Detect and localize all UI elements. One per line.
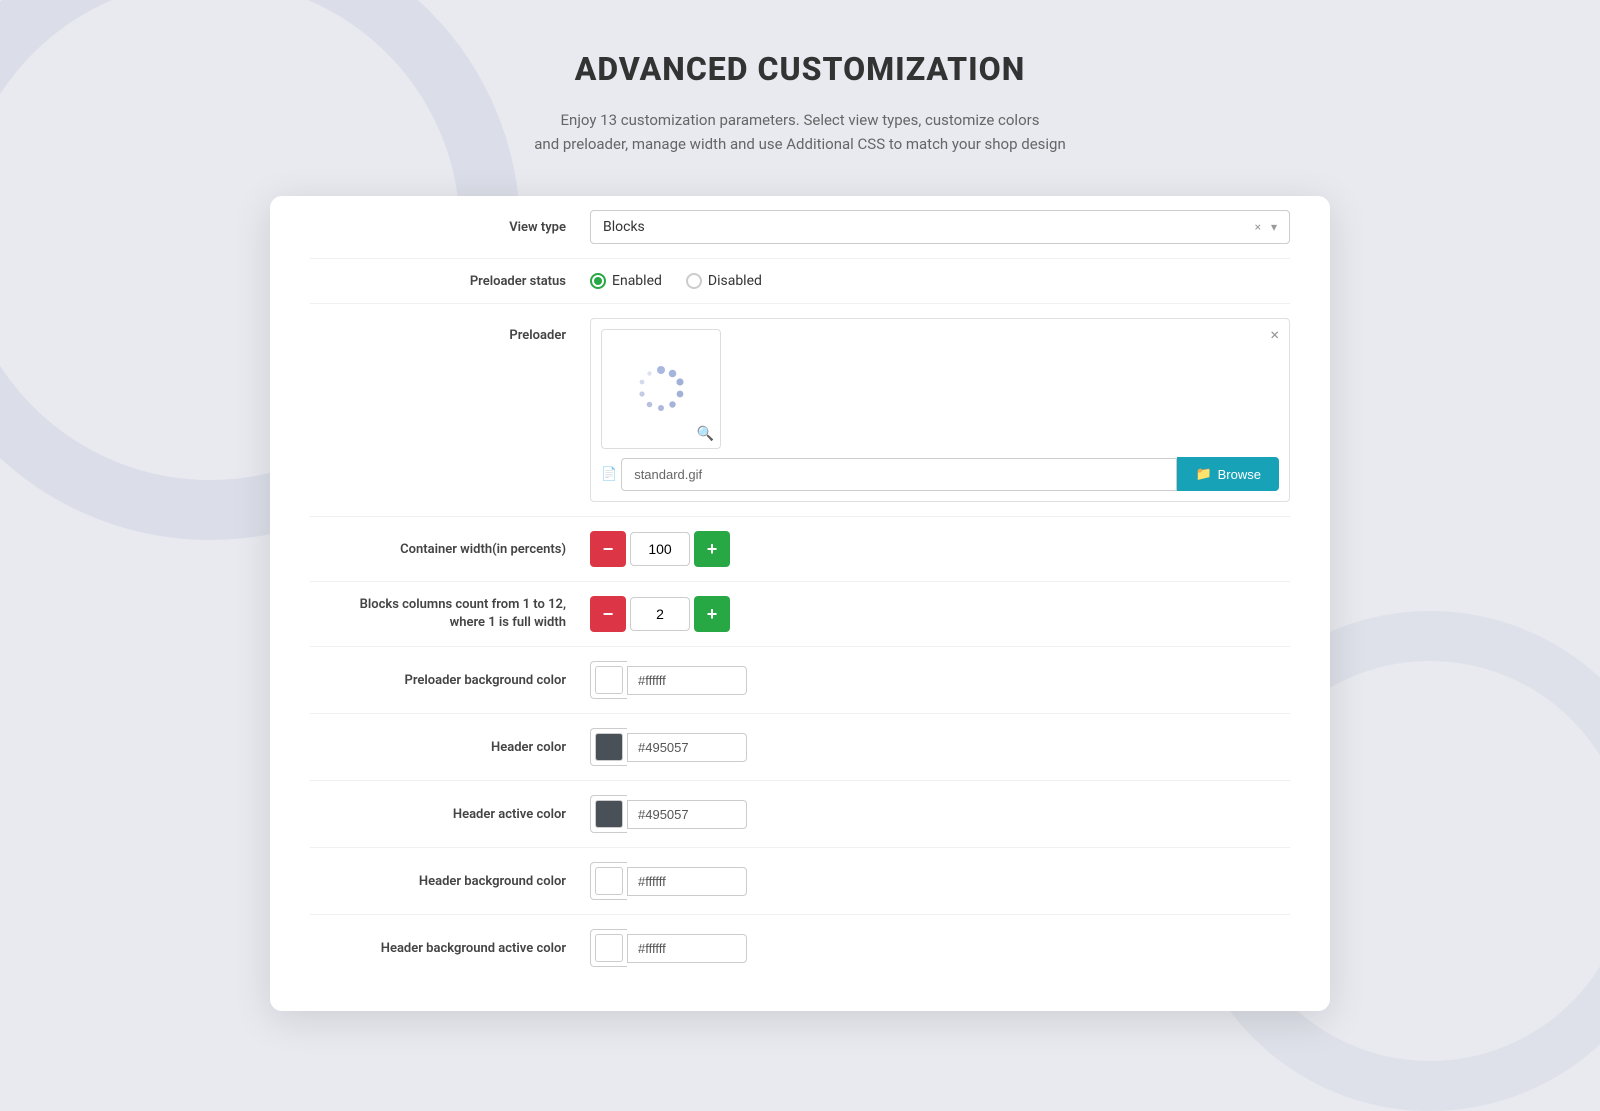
preloader-bg-color-row: Preloader background color bbox=[310, 647, 1290, 714]
page-header: ADVANCED CUSTOMIZATION Enjoy 13 customiz… bbox=[0, 0, 1600, 186]
container-width-stepper: − + bbox=[590, 531, 730, 567]
header-bg-active-color-label: Header background active color bbox=[310, 941, 590, 956]
header-bg-active-color-swatch bbox=[595, 934, 623, 962]
header-bg-color-swatch-wrap[interactable] bbox=[590, 862, 627, 900]
header-color-label: Header color bbox=[310, 740, 590, 755]
header-active-color-swatch bbox=[595, 800, 623, 828]
preloader-control: × bbox=[590, 318, 1290, 502]
blocks-columns-control: − + bbox=[590, 596, 1290, 632]
spinner-icon bbox=[634, 362, 688, 416]
header-bg-color-control bbox=[590, 862, 1290, 900]
blocks-columns-plus[interactable]: + bbox=[694, 596, 730, 632]
radio-group: Enabled Disabled bbox=[590, 273, 762, 289]
radio-enabled[interactable]: Enabled bbox=[590, 273, 662, 289]
page-title: ADVANCED CUSTOMIZATION bbox=[20, 50, 1580, 88]
radio-enabled-circle bbox=[590, 273, 606, 289]
magnify-icon: 🔍 bbox=[697, 426, 714, 442]
blocks-columns-stepper: − + bbox=[590, 596, 730, 632]
container-width-label: Container width(in percents) bbox=[310, 542, 590, 557]
radio-disabled[interactable]: Disabled bbox=[686, 273, 762, 289]
select-arrow-icon[interactable]: ▾ bbox=[1271, 220, 1277, 234]
radio-disabled-circle bbox=[686, 273, 702, 289]
preloader-bg-color-swatch-wrap[interactable] bbox=[590, 661, 627, 699]
header-bg-active-color-input-row bbox=[590, 929, 747, 967]
preloader-row: Preloader × bbox=[310, 304, 1290, 517]
header-bg-color-row: Header background color bbox=[310, 848, 1290, 915]
preloader-bg-color-input[interactable] bbox=[627, 666, 747, 695]
header-bg-color-input-row bbox=[590, 862, 747, 900]
blocks-columns-row: Blocks columns count from 1 to 12,where … bbox=[310, 582, 1290, 647]
preloader-bg-color-label: Preloader background color bbox=[310, 673, 590, 688]
header-active-color-row: Header active color bbox=[310, 781, 1290, 848]
header-bg-active-color-input[interactable] bbox=[627, 934, 747, 963]
preloader-status-row: Preloader status Enabled Disabled bbox=[310, 259, 1290, 304]
header-color-swatch-wrap[interactable] bbox=[590, 728, 627, 766]
preloader-bg-color-input-row bbox=[590, 661, 747, 699]
header-bg-color-label: Header background color bbox=[310, 874, 590, 889]
form-section: View type Blocks × ▾ Preloader status bbox=[270, 196, 1330, 981]
file-icon: 📄 bbox=[601, 467, 617, 482]
container-width-control: − + bbox=[590, 531, 1290, 567]
header-color-row: Header color bbox=[310, 714, 1290, 781]
preloader-bg-color-control bbox=[590, 661, 1290, 699]
header-bg-color-swatch bbox=[595, 867, 623, 895]
container-width-minus[interactable]: − bbox=[590, 531, 626, 567]
header-color-input-row bbox=[590, 728, 747, 766]
view-type-row: View type Blocks × ▾ bbox=[310, 196, 1290, 259]
header-active-color-control bbox=[590, 795, 1290, 833]
blocks-columns-minus[interactable]: − bbox=[590, 596, 626, 632]
header-color-control bbox=[590, 728, 1290, 766]
preloader-section: × bbox=[590, 318, 1290, 502]
header-active-color-label: Header active color bbox=[310, 807, 590, 822]
header-color-input[interactable] bbox=[627, 733, 747, 762]
browse-button[interactable]: 📁 Browse bbox=[1177, 457, 1279, 491]
file-name-input[interactable] bbox=[621, 458, 1177, 491]
header-color-swatch bbox=[595, 733, 623, 761]
browse-icon: 📁 bbox=[1195, 466, 1211, 482]
header-bg-color-input[interactable] bbox=[627, 867, 747, 896]
header-bg-active-color-control bbox=[590, 929, 1290, 967]
container-width-plus[interactable]: + bbox=[694, 531, 730, 567]
header-active-color-swatch-wrap[interactable] bbox=[590, 795, 627, 833]
preloader-status-label: Preloader status bbox=[310, 274, 590, 289]
preloader-image-box: 🔍 bbox=[601, 329, 721, 449]
preloader-status-control: Enabled Disabled bbox=[590, 273, 1290, 289]
blocks-columns-label: Blocks columns count from 1 to 12,where … bbox=[310, 596, 590, 632]
file-input-row: 📄 📁 Browse bbox=[601, 457, 1279, 491]
header-active-color-input-row bbox=[590, 795, 747, 833]
view-type-control: Blocks × ▾ bbox=[590, 210, 1290, 244]
main-card: View type Blocks × ▾ Preloader status bbox=[270, 196, 1330, 1011]
view-type-label: View type bbox=[310, 220, 590, 235]
preloader-bg-color-swatch bbox=[595, 666, 623, 694]
blocks-columns-value[interactable] bbox=[630, 597, 690, 631]
header-bg-active-color-row: Header background active color bbox=[310, 915, 1290, 981]
container-width-row: Container width(in percents) − + bbox=[310, 517, 1290, 582]
header-active-color-input[interactable] bbox=[627, 800, 747, 829]
preloader-close-icon[interactable]: × bbox=[1270, 327, 1279, 343]
view-type-select[interactable]: Blocks × ▾ bbox=[590, 210, 1290, 244]
page-subtitle: Enjoy 13 customization parameters. Selec… bbox=[20, 108, 1580, 156]
header-bg-active-color-swatch-wrap[interactable] bbox=[590, 929, 627, 967]
container-width-value[interactable] bbox=[630, 532, 690, 566]
select-clear-icon[interactable]: × bbox=[1255, 220, 1261, 234]
preloader-label: Preloader bbox=[310, 318, 590, 343]
